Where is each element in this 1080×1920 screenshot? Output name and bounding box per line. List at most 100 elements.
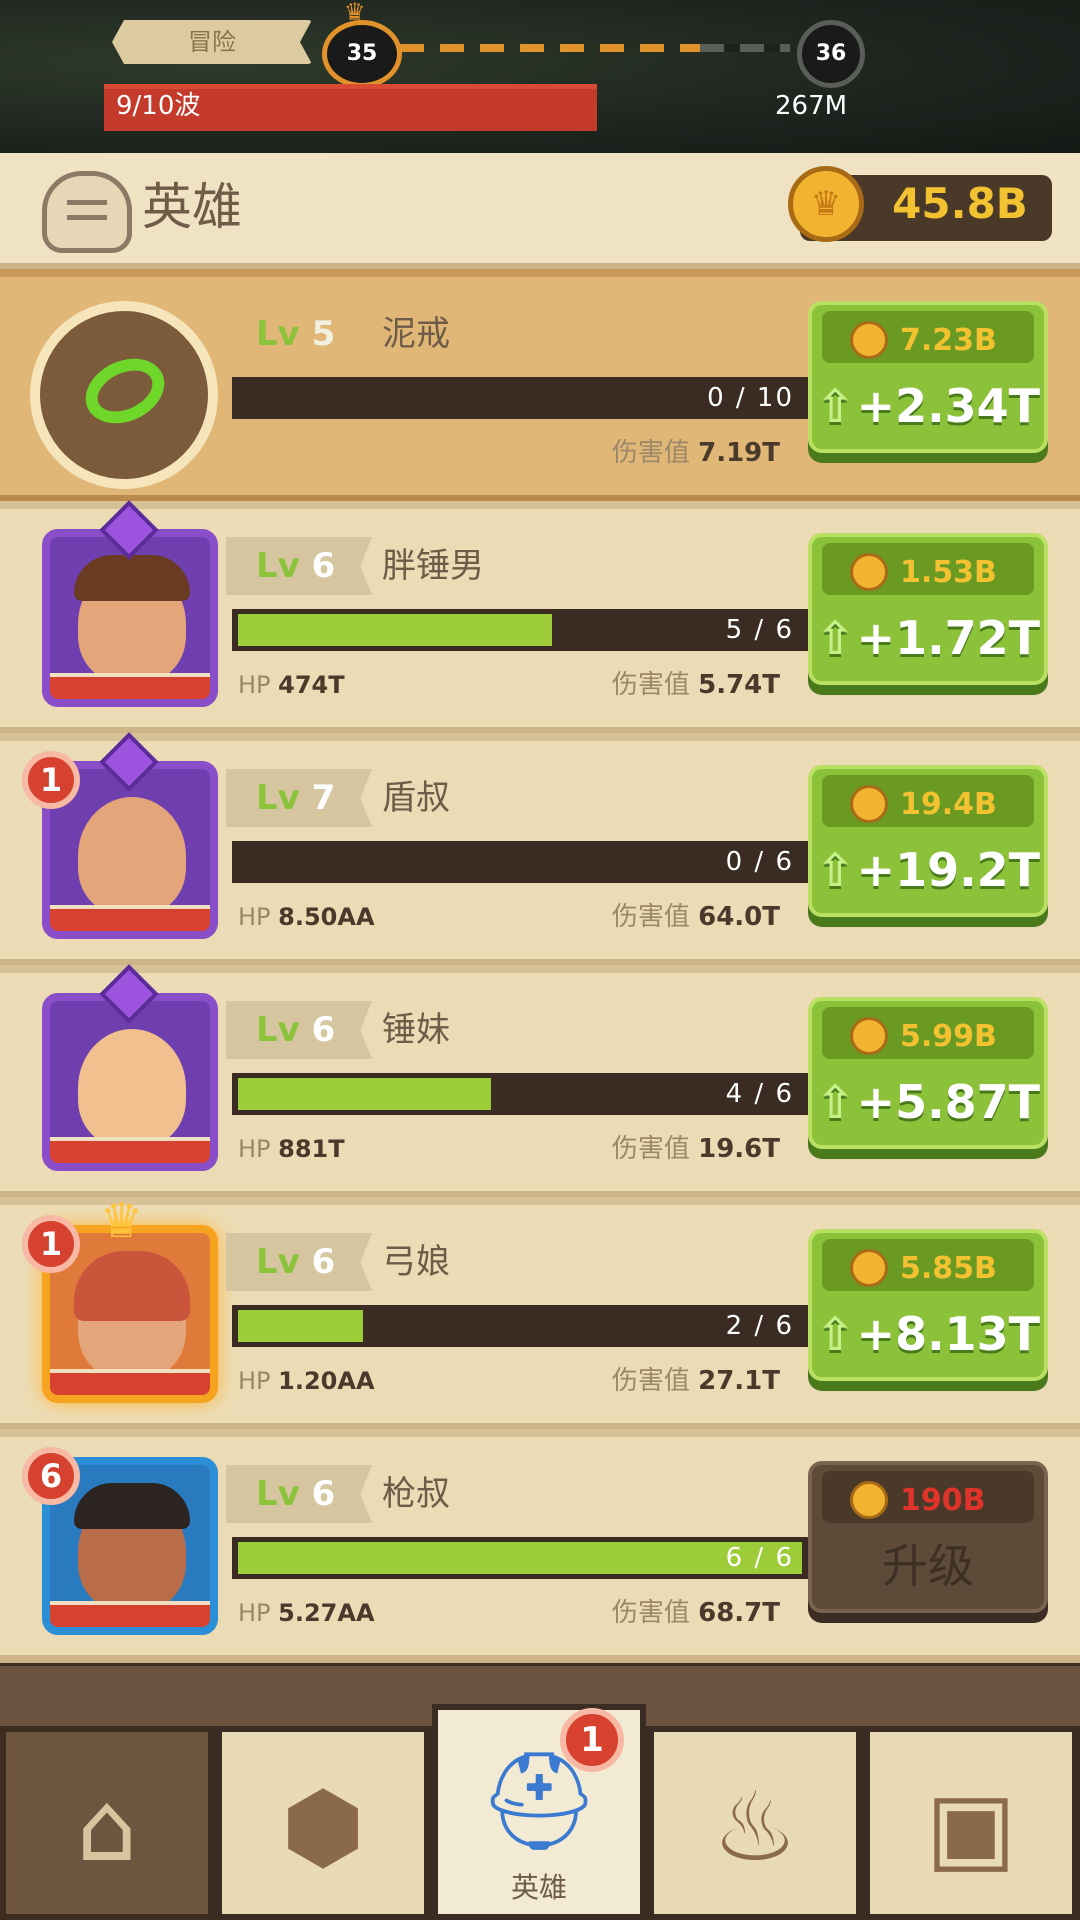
nav-heroes[interactable]: ⛑ 英雄 1 (432, 1704, 646, 1920)
current-stage-badge: 35 (322, 20, 402, 88)
upgrade-button[interactable]: 5.85B ⇧+8.13T (808, 1229, 1048, 1381)
hp-label: HP (238, 1367, 279, 1395)
level-label: Lv 6 (256, 1467, 335, 1521)
wave-label: 9/10波 (116, 91, 201, 121)
bottom-nav: ⌂ ⬢ ⛑ 英雄 1 ♨ ▣ (0, 1704, 1080, 1920)
upgrade-button[interactable]: 5.99B ⇧+5.87T (808, 997, 1048, 1149)
upgrade-cost-value: 19.4B (900, 787, 997, 822)
hero-health-bar (50, 1137, 210, 1163)
hp-label: HP (238, 1599, 279, 1627)
damage-value: 68.7T (698, 1598, 780, 1628)
mode-ribbon[interactable]: 冒险 (112, 20, 312, 64)
hero-face (78, 1029, 186, 1147)
gold-coin-icon (850, 1481, 888, 1519)
arrow-up-icon: ⇧ (816, 1307, 855, 1361)
upgrade-progress-bar: 2 / 6 (232, 1305, 808, 1347)
damage-stat: 伤害值 7.19T (612, 435, 780, 471)
ring-card: Lv 5 泥戒 0 / 10 伤害值 7.19T 7.23B ⇧+2.34T (0, 269, 1080, 503)
upgrade-gain: ⇧+1.72T (812, 603, 1044, 673)
notification-badge: 1 (22, 751, 80, 809)
upgrade-gain: ⇧+2.34T (812, 371, 1044, 441)
damage-stat: 伤害值 27.1T (612, 1363, 780, 1399)
nav-cauldron[interactable]: ♨ (648, 1726, 862, 1920)
upgrade-gain: ⇧+8.13T (812, 1299, 1044, 1369)
level-prefix: Lv (256, 314, 312, 354)
upgrade-cost: 190B (822, 1471, 1034, 1523)
upgrade-button[interactable]: 1.53B ⇧+1.72T (808, 533, 1048, 685)
gold-coin-icon (850, 553, 888, 591)
hero-name: 枪叔 (382, 1474, 450, 1514)
upgrade-button[interactable]: 190B 升级 (808, 1461, 1048, 1613)
hero-card: 6 Lv 6 枪叔 6 / 6 HP 5.27AA 伤害值 68.7T 190B 升级 (0, 1429, 1080, 1663)
upgrade-progress-text: 0 / 10 (707, 383, 794, 413)
gold-coin-icon (850, 321, 888, 359)
level-number: 6 (311, 546, 336, 586)
upgrade-cost: 19.4B (822, 775, 1034, 827)
level-label: Lv 6 (256, 539, 335, 593)
hero-name: 盾叔 (382, 778, 450, 818)
cauldron-icon: ♨ (711, 1771, 799, 1883)
level-number: 6 (311, 1010, 336, 1050)
hero-card: ♛ 1 Lv 6 弓娘 2 / 6 HP 1.20AA 伤害值 27.1T 5.85B ⇧+8.… (0, 1197, 1080, 1431)
hp-label: HP (238, 671, 279, 699)
arrow-up-icon: ⇧ (816, 611, 855, 665)
hp-stat: HP 1.20AA (238, 1363, 375, 1399)
upgrade-button[interactable]: 19.4B ⇧+19.2T (808, 765, 1048, 917)
nav-home[interactable]: ⌂ (0, 1726, 214, 1920)
hero-face (78, 797, 186, 915)
upgrade-progress-bar: 0 / 10 (232, 377, 808, 419)
hero-card: Lv 6 胖锤男 5 / 6 HP 474T 伤害值 5.74T 1.53B ⇧+1.72T (0, 500, 1080, 735)
level-prefix: Lv (256, 546, 312, 586)
hp-value: 8.50AA (278, 903, 375, 931)
hero-name: 泥戒 (382, 314, 450, 354)
damage-value: 7.19T (698, 438, 780, 468)
damage-stat: 伤害值 19.6T (612, 1131, 780, 1167)
nav-rune[interactable]: ⬢ (216, 1726, 430, 1920)
level-number: 6 (311, 1474, 336, 1514)
upgrade-progress-bar: 0 / 6 (232, 841, 808, 883)
upgrade-cost-value: 7.23B (900, 323, 997, 358)
level-number: 6 (311, 1242, 336, 1282)
hp-value: 474T (278, 671, 345, 699)
upgrade-progress-fill (238, 1542, 802, 1574)
damage-stat: 伤害值 5.74T (612, 667, 780, 703)
hero-name: 弓娘 (382, 1242, 450, 1282)
upgrade-cost: 5.99B (822, 1007, 1034, 1059)
damage-value: 64.0T (698, 902, 780, 932)
upgrade-gain-value: +1.72T (856, 611, 1040, 665)
hp-label: HP (238, 903, 279, 931)
notification-badge: 1 (560, 1708, 624, 1772)
hero-card: 1 Lv 7 盾叔 0 / 6 HP 8.50AA 伤害值 64.0T 19.4B ⇧+19.… (0, 732, 1080, 967)
hero-health-bar (50, 1601, 210, 1627)
hero-hair (74, 555, 190, 601)
upgrade-cost-value: 5.99B (900, 1019, 997, 1054)
arrow-up-icon: ⇧ (816, 843, 855, 897)
hp-stat: HP 881T (238, 1131, 345, 1167)
upgrade-progress-bar: 4 / 6 (232, 1073, 808, 1115)
damage-value: 19.6T (698, 1134, 780, 1164)
hp-value: 881T (278, 1135, 345, 1163)
hero-hair (74, 1251, 190, 1321)
upgrade-gain-value: 升级 (882, 1539, 974, 1593)
arrow-up-icon: ⇧ (816, 1075, 855, 1129)
gold-coin-icon (850, 785, 888, 823)
next-stage-badge: 36 (797, 20, 865, 88)
damage-label: 伤害值 (611, 1366, 699, 1396)
upgrade-gain-value: +2.34T (856, 379, 1040, 433)
ring-icon[interactable] (30, 301, 218, 489)
level-number: 7 (311, 778, 336, 818)
enemy-hp-total: 267M (775, 91, 848, 121)
upgrade-progress-bar: 6 / 6 (232, 1537, 808, 1579)
arrow-up-icon: ⇧ (816, 379, 855, 433)
hp-stat: HP 5.27AA (238, 1595, 375, 1631)
gold-amount: 45.8B (892, 179, 1028, 228)
damage-value: 27.1T (698, 1366, 780, 1396)
upgrade-progress-fill (238, 1310, 363, 1342)
hp-value: 5.27AA (278, 1599, 375, 1627)
gold-coin-icon (788, 166, 864, 242)
rune-stone-icon: ⬢ (281, 1771, 365, 1883)
upgrade-button[interactable]: 7.23B ⇧+2.34T (808, 301, 1048, 453)
nav-chest[interactable]: ▣ (864, 1726, 1078, 1920)
hero-health-bar (50, 673, 210, 699)
gold-coin-icon (850, 1249, 888, 1287)
